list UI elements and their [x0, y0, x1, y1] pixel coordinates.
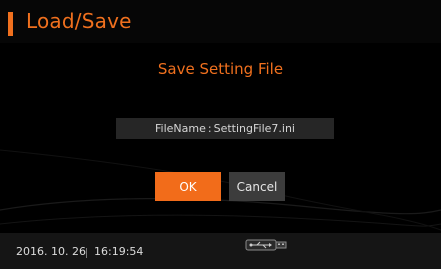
filename-value: SettingFile7.ini — [213, 122, 295, 135]
filename-label: FileName — [155, 122, 206, 135]
filename-field[interactable]: FileName : SettingFile7.ini — [116, 118, 334, 139]
ok-button[interactable]: OK — [155, 172, 221, 201]
status-divider — [86, 248, 87, 258]
usb-drive-icon — [245, 239, 287, 251]
filename-separator: : — [207, 122, 212, 135]
status-date: 2016. 10. 26 — [16, 245, 86, 258]
device-screen: Load/Save Save Setting File FileName : S… — [0, 0, 441, 269]
header-bar: Load/Save — [0, 0, 441, 43]
page-title: Load/Save — [26, 9, 132, 33]
cancel-button[interactable]: Cancel — [229, 172, 285, 201]
status-time: 16:19:54 — [94, 245, 144, 258]
dialog-title: Save Setting File — [157, 60, 284, 78]
header-accent-bar — [8, 12, 13, 36]
